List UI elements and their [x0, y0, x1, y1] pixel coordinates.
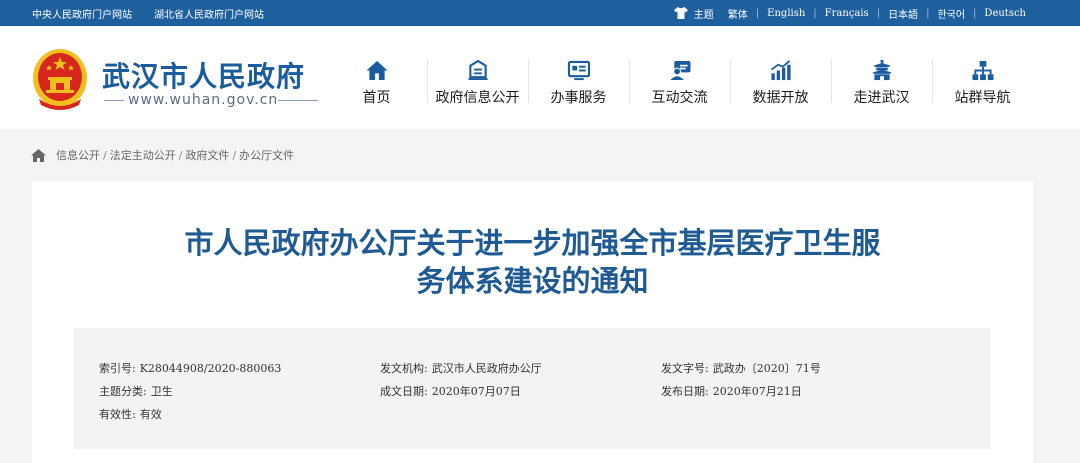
theme-switcher[interactable]: 主题	[673, 6, 714, 21]
nav-label: 政府信息公开	[435, 90, 520, 106]
nav-about-wuhan[interactable]: 走进武汉	[831, 57, 932, 107]
site-title[interactable]: 武汉市人民政府	[102, 55, 305, 95]
landmark-icon	[871, 60, 892, 81]
lang-german[interactable]: Deutsch	[984, 8, 1026, 19]
data-chart-icon	[770, 60, 791, 81]
document-title-line: 务体系建设的通知	[416, 264, 649, 298]
national-emblem-logo[interactable]	[31, 47, 89, 111]
url-rule-right	[278, 100, 318, 101]
meta-value: K28044908/2020-880063	[139, 361, 282, 375]
meta-key: 成文日期:	[380, 385, 428, 398]
site-header: 武汉市人民政府 www.wuhan.gov.cn 首页 政府信息公开 办事服务 …	[0, 26, 1080, 129]
meta-value: 武汉市人民政府办公厅	[431, 362, 542, 375]
metadata-row: 有效性: 有效	[74, 404, 991, 424]
lang-separator: |	[973, 7, 977, 19]
article-panel: 市人民政府办公厅关于进一步加强全市基层医疗卫生服 务体系建设的通知 索引号: K…	[32, 181, 1033, 463]
top-links: 中央人民政府门户网站 湖北省人民政府门户网站	[32, 0, 286, 26]
meta-issuer: 发文机构: 武汉市人民政府办公厅	[380, 358, 542, 378]
nav-info-disclosure[interactable]: 政府信息公开	[427, 57, 528, 107]
breadcrumb: 信息公开 / 法定主动公开 / 政府文件 / 办公厅文件	[31, 146, 294, 164]
main-nav: 首页 政府信息公开 办事服务 互动交流 数据开放 走进武汉 站群导航	[326, 57, 1033, 107]
lang-japanese[interactable]: 日本語	[888, 6, 918, 21]
lang-separator: |	[876, 7, 881, 19]
meta-topic: 主题分类: 卫生	[99, 381, 173, 401]
meta-key: 发布日期:	[661, 385, 709, 398]
document-title: 市人民政府办公厅关于进一步加强全市基层医疗卫生服 务体系建设的通知	[32, 224, 1033, 300]
meta-doc-number: 发文字号: 武政办〔2020〕71号	[661, 358, 821, 378]
lang-separator: |	[755, 7, 760, 19]
meta-key: 索引号:	[99, 362, 136, 375]
nav-label: 站群导航	[954, 90, 1011, 106]
nav-label: 互动交流	[651, 90, 708, 106]
top-right-menu: 主题 繁体 | English | Français | 日本語 | 한국어 |…	[673, 0, 1026, 26]
lang-traditional[interactable]: 繁体	[728, 6, 748, 21]
meta-value: 有效	[139, 408, 162, 421]
breadcrumb-item[interactable]: 政府文件	[185, 147, 229, 163]
top-bar: 中央人民政府门户网站 湖北省人民政府门户网站 主题 繁体 | English |…	[0, 0, 1080, 26]
nav-label: 办事服务	[550, 90, 607, 106]
breadcrumb-item[interactable]: 信息公开	[56, 147, 100, 163]
link-hubei-gov[interactable]: 湖北省人民政府门户网站	[154, 6, 264, 21]
lang-separator: |	[926, 7, 930, 19]
nav-interaction[interactable]: 互动交流	[629, 57, 730, 107]
document-metadata: 索引号: K28044908/2020-880063 发文机构: 武汉市人民政府…	[74, 328, 991, 449]
breadcrumb-item[interactable]: 法定主动公开	[110, 147, 176, 163]
breadcrumb-separator: /	[103, 148, 107, 162]
url-rule-left	[104, 100, 124, 101]
nav-home[interactable]: 首页	[326, 57, 427, 107]
lang-korean[interactable]: 한국어	[937, 6, 965, 21]
meta-index: 索引号: K28044908/2020-880063	[99, 358, 281, 378]
metadata-row: 主题分类: 卫生 成文日期: 2020年07月07日 发布日期: 2020年07…	[74, 381, 991, 401]
nav-services[interactable]: 办事服务	[528, 57, 629, 107]
meta-value: 武政办〔2020〕71号	[712, 362, 821, 375]
document-title-line: 市人民政府办公厅关于进一步加强全市基层医疗卫生服	[184, 226, 881, 260]
nav-site-groups[interactable]: 站群导航	[932, 57, 1033, 107]
home-icon	[366, 60, 387, 81]
meta-key: 发文机构:	[380, 362, 428, 375]
interaction-icon	[669, 60, 690, 81]
breadcrumb-separator: /	[178, 148, 183, 162]
meta-key: 主题分类:	[99, 385, 147, 398]
meta-value: 2020年07月21日	[712, 385, 802, 398]
nav-label: 首页	[362, 90, 391, 106]
sitemap-icon	[972, 60, 993, 81]
meta-validity: 有效性: 有效	[99, 404, 162, 424]
meta-key: 有效性:	[99, 408, 136, 421]
meta-value: 2020年07月07日	[431, 385, 521, 398]
metadata-row: 索引号: K28044908/2020-880063 发文机构: 武汉市人民政府…	[74, 358, 991, 378]
meta-written-date: 成文日期: 2020年07月07日	[380, 381, 521, 401]
info-disclosure-icon	[467, 60, 488, 81]
site-url: www.wuhan.gov.cn	[128, 92, 279, 108]
meta-value: 卫生	[150, 385, 173, 398]
nav-label: 数据开放	[752, 90, 809, 106]
nav-label: 走进武汉	[853, 90, 910, 106]
meta-published-date: 发布日期: 2020年07月21日	[661, 381, 802, 401]
breadcrumb-item[interactable]: 办公厅文件	[239, 147, 294, 163]
theme-label: 主题	[693, 9, 714, 21]
home-icon[interactable]	[31, 148, 46, 162]
lang-french[interactable]: Français	[825, 8, 869, 19]
lang-english[interactable]: English	[767, 8, 805, 19]
lang-separator: |	[813, 7, 817, 19]
meta-key: 发文字号:	[661, 362, 709, 375]
nav-open-data[interactable]: 数据开放	[730, 57, 831, 107]
service-icon	[567, 60, 590, 81]
link-central-gov[interactable]: 中央人民政府门户网站	[32, 6, 132, 21]
breadcrumb-separator: /	[232, 148, 237, 162]
shirt-icon	[673, 7, 688, 19]
